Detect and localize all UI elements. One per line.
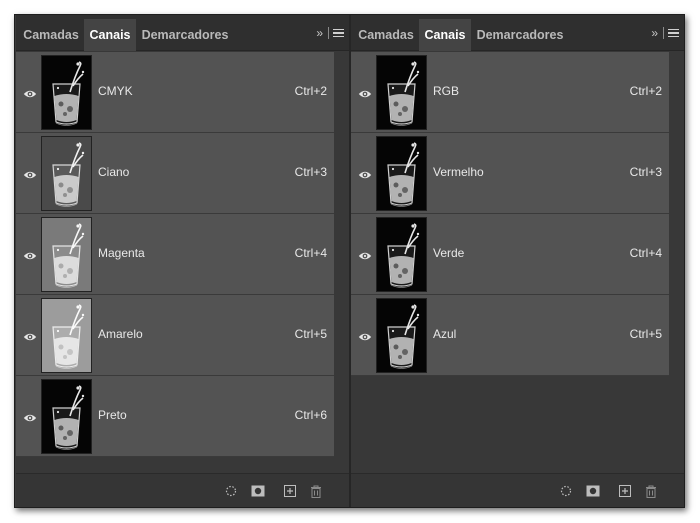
channel-thumbnail [376, 55, 427, 130]
visibility-eye-icon[interactable] [358, 329, 372, 341]
channel-name: Azul [433, 327, 457, 341]
channel-row[interactable]: Ciano Ctrl+3 [16, 133, 334, 214]
channel-row[interactable]: Azul Ctrl+5 [351, 295, 669, 376]
tab-separator [328, 27, 329, 39]
visibility-eye-icon[interactable] [23, 167, 37, 179]
channel-row[interactable]: Magenta Ctrl+4 [16, 214, 334, 295]
new-channel-icon[interactable] [282, 483, 298, 499]
channel-thumbnail [376, 298, 427, 373]
visibility-eye-icon[interactable] [23, 329, 37, 341]
tab-layers[interactable]: Camadas [18, 19, 84, 51]
channel-name: RGB [433, 84, 460, 98]
channel-thumbnail [41, 217, 92, 292]
panel-overflow-icon[interactable]: » [316, 23, 323, 43]
channel-name: Verde [433, 246, 465, 260]
tab-bar: Camadas Canais Demarcadores » [351, 15, 684, 51]
channel-row[interactable]: RGB Ctrl+2 [351, 52, 669, 133]
channel-shortcut: Ctrl+2 [629, 84, 662, 98]
channel-thumbnail [41, 55, 92, 130]
delete-channel-icon[interactable] [643, 483, 659, 499]
channel-name: CMYK [98, 84, 133, 98]
visibility-eye-icon[interactable] [23, 248, 37, 260]
channel-thumbnail [41, 298, 92, 373]
channel-shortcut: Ctrl+4 [294, 246, 327, 260]
channel-name: Preto [98, 408, 127, 422]
channel-shortcut: Ctrl+3 [294, 165, 327, 179]
channel-list: RGB Ctrl+2 Vermelho Ctrl+3 Verde Ctrl+4 Azul Ct… [351, 52, 684, 376]
channel-shortcut: Ctrl+4 [629, 246, 662, 260]
load-selection-icon[interactable] [223, 483, 239, 499]
channel-list: CMYK Ctrl+2 Ciano Ctrl+3 Magenta Ctrl+4 Amarel… [16, 52, 349, 457]
new-channel-icon[interactable] [617, 483, 633, 499]
channel-name: Amarelo [98, 327, 143, 341]
channel-shortcut: Ctrl+5 [629, 327, 662, 341]
visibility-eye-icon[interactable] [358, 167, 372, 179]
channel-row[interactable]: Preto Ctrl+6 [16, 376, 334, 457]
tab-paths[interactable]: Demarcadores [471, 19, 569, 51]
channel-thumbnail [376, 136, 427, 211]
load-selection-icon[interactable] [558, 483, 574, 499]
tab-bar: Camadas Canais Demarcadores » [16, 15, 349, 51]
channel-name: Ciano [98, 165, 130, 179]
visibility-eye-icon[interactable] [23, 410, 37, 422]
tab-channels[interactable]: Canais [84, 19, 136, 51]
panel-overflow-icon[interactable]: » [651, 23, 658, 43]
panel-footer [351, 473, 684, 507]
channel-row[interactable]: Amarelo Ctrl+5 [16, 295, 334, 376]
panel-footer [16, 473, 349, 507]
visibility-eye-icon[interactable] [358, 248, 372, 260]
channel-shortcut: Ctrl+3 [629, 165, 662, 179]
panel-menu-icon[interactable] [668, 23, 679, 43]
channels-panel-rgb: Camadas Canais Demarcadores » RGB Ctrl+2 V… [351, 15, 684, 507]
channel-shortcut: Ctrl+5 [294, 327, 327, 341]
visibility-eye-icon[interactable] [358, 86, 372, 98]
channel-thumbnail [41, 379, 92, 454]
channel-name: Magenta [98, 246, 145, 260]
tab-channels[interactable]: Canais [419, 19, 471, 51]
channel-thumbnail [41, 136, 92, 211]
tab-layers[interactable]: Camadas [353, 19, 419, 51]
save-selection-icon[interactable] [250, 483, 266, 499]
channel-thumbnail [376, 217, 427, 292]
channel-row[interactable]: CMYK Ctrl+2 [16, 52, 334, 133]
visibility-eye-icon[interactable] [23, 86, 37, 98]
delete-channel-icon[interactable] [308, 483, 324, 499]
tab-separator [663, 27, 664, 39]
channels-panel-cmyk: Camadas Canais Demarcadores » CMYK Ctrl+2… [16, 15, 349, 507]
channel-row[interactable]: Vermelho Ctrl+3 [351, 133, 669, 214]
channel-row[interactable]: Verde Ctrl+4 [351, 214, 669, 295]
tab-paths[interactable]: Demarcadores [136, 19, 234, 51]
channel-shortcut: Ctrl+6 [294, 408, 327, 422]
channel-name: Vermelho [433, 165, 484, 179]
channels-window: Camadas Canais Demarcadores » CMYK Ctrl+2… [14, 14, 685, 508]
channel-shortcut: Ctrl+2 [294, 84, 327, 98]
panel-menu-icon[interactable] [333, 23, 344, 43]
save-selection-icon[interactable] [585, 483, 601, 499]
